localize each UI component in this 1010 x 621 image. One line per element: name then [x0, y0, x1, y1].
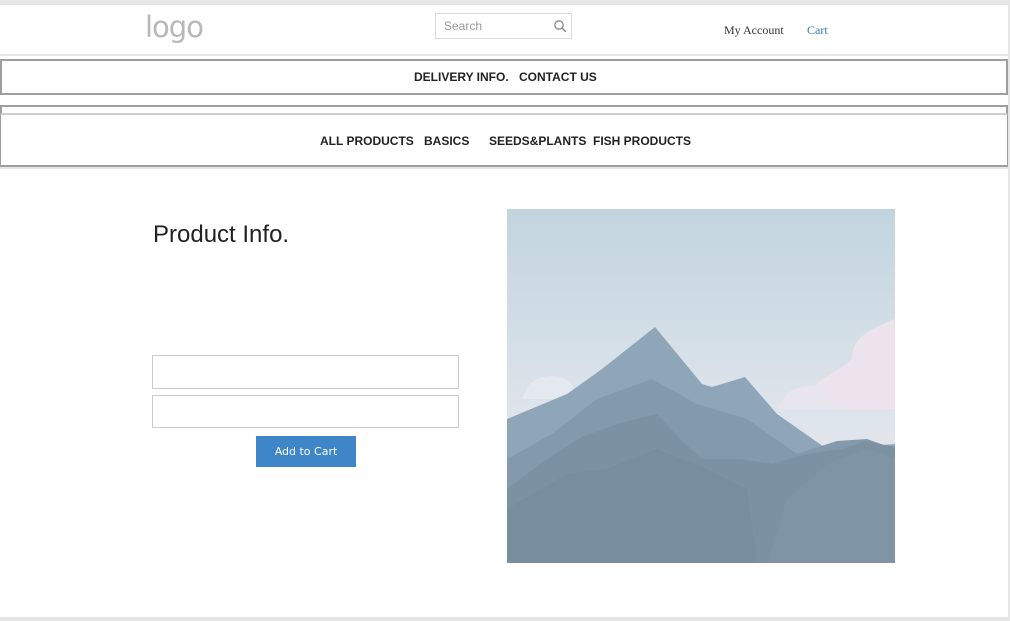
product-option-field-1[interactable] — [152, 355, 459, 389]
cart-link[interactable]: Cart — [807, 23, 828, 38]
page-title: Product Info. — [153, 221, 290, 248]
add-to-cart-button[interactable]: Add to Cart — [256, 436, 356, 467]
my-account-link[interactable]: My Account — [724, 23, 784, 38]
primary-nav: DELIVERY INFO. CONTACT US — [0, 59, 1008, 95]
search-icon[interactable] — [553, 19, 567, 33]
logo[interactable]: logo — [145, 11, 204, 43]
search-input[interactable] — [436, 14, 546, 38]
category-nav-top-border — [0, 105, 1008, 114]
nav-delivery-info[interactable]: DELIVERY INFO. — [414, 70, 509, 84]
nav-all-products[interactable]: ALL PRODUCTS — [320, 134, 414, 148]
product-image — [507, 209, 895, 563]
nav-basics[interactable]: BASICS — [424, 134, 469, 148]
product-option-field-2[interactable] — [152, 395, 459, 428]
header-divider — [0, 54, 1008, 56]
site-header: logo My Account Cart — [0, 5, 1008, 55]
nav-contact-us[interactable]: CONTACT US — [519, 70, 597, 84]
window-bottom-border — [0, 617, 1010, 621]
category-nav: ALL PRODUCTS BASICS SEEDS&PLANTS FISH PR… — [0, 114, 1008, 167]
category-nav-shadow — [0, 167, 1008, 169]
search-box — [435, 13, 572, 39]
nav-seeds-plants[interactable]: SEEDS&PLANTS — [489, 134, 586, 148]
nav-fish-products[interactable]: FISH PRODUCTS — [593, 134, 691, 148]
